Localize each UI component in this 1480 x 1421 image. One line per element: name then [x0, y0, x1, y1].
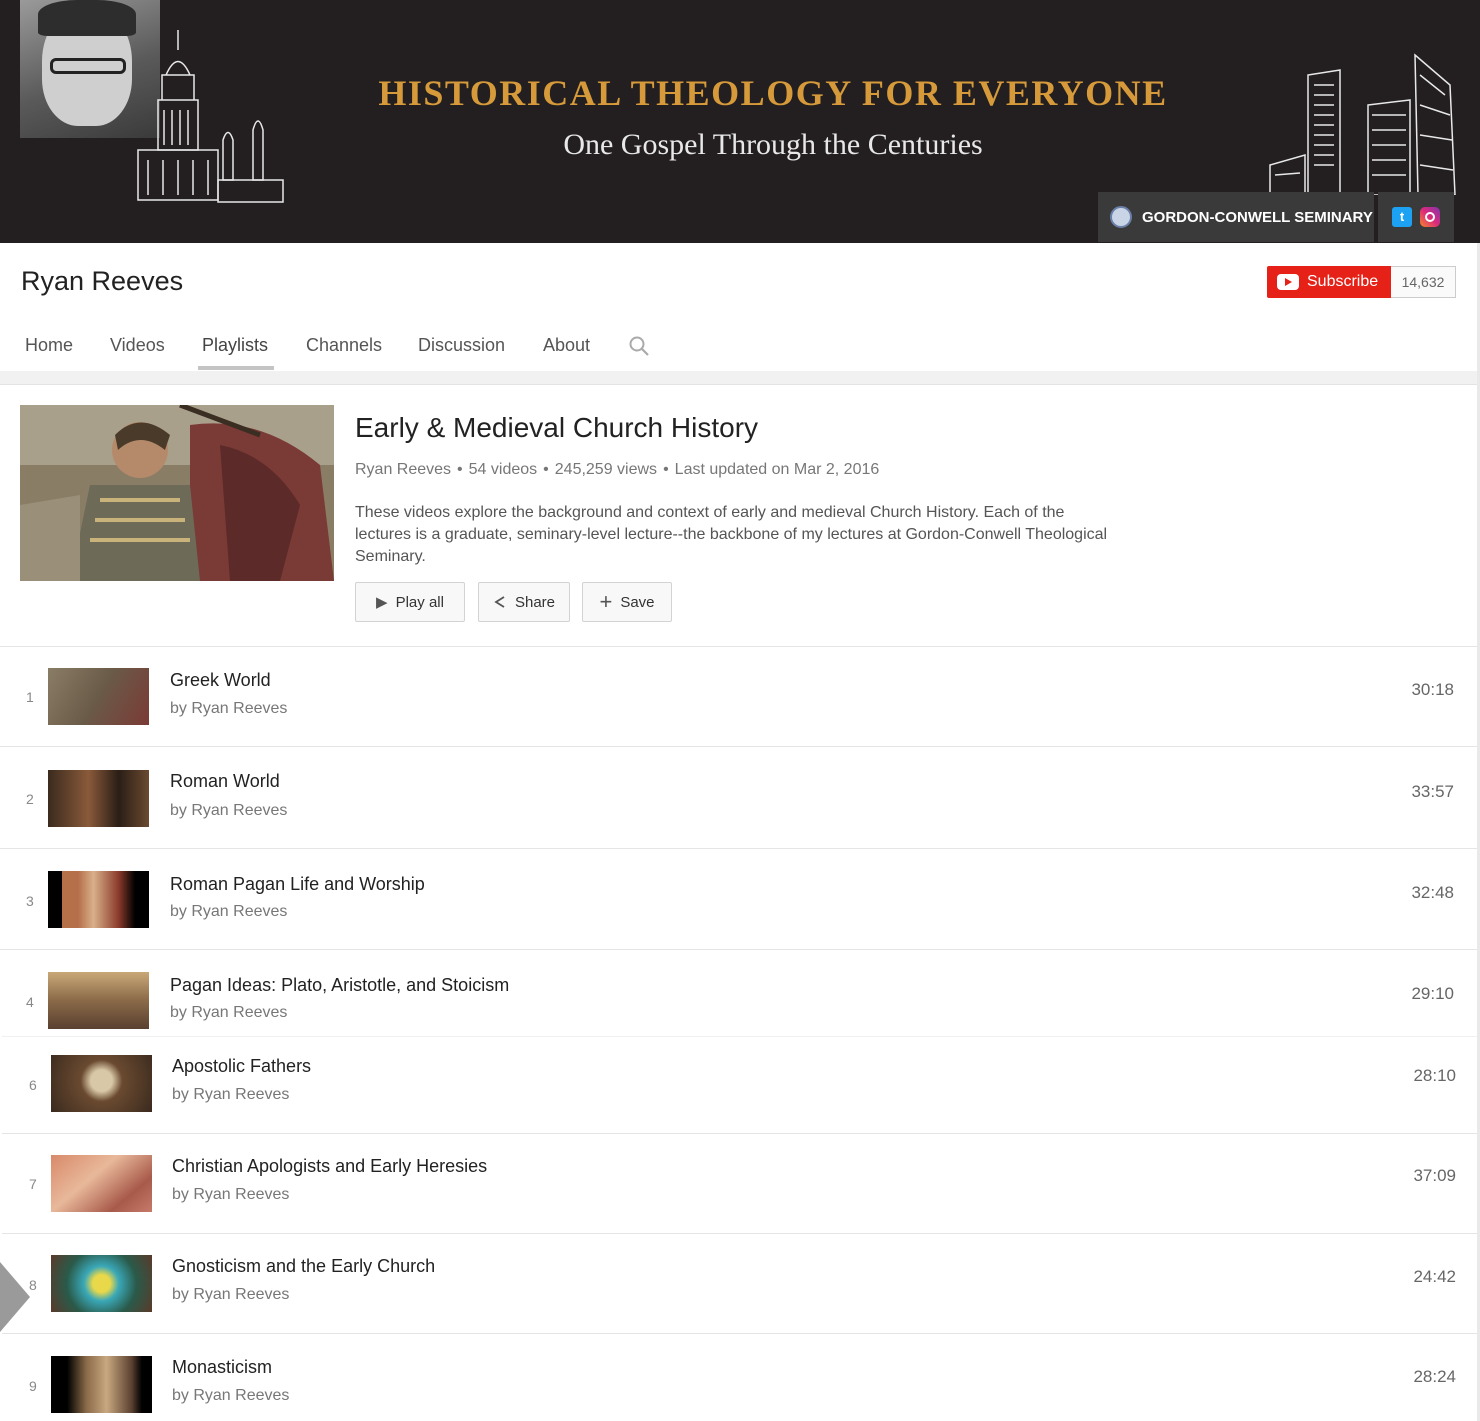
- banner-subtitle: One Gospel Through the Centuries: [563, 128, 983, 161]
- playlist-thumbnail[interactable]: [20, 405, 334, 581]
- video-title[interactable]: Gnosticism and the Early Church: [172, 1256, 435, 1277]
- seminary-link-label: GORDON-CONWELL SEMINARY: [1142, 208, 1373, 226]
- twitter-icon[interactable]: t: [1392, 207, 1412, 227]
- playlist-row[interactable]: 3 Roman Pagan Life and Worship by Ryan R…: [0, 848, 1478, 949]
- side-arrow-marker: [0, 1262, 30, 1332]
- video-title[interactable]: Apostolic Fathers: [172, 1056, 311, 1077]
- city-skyline-illustration: [1269, 53, 1456, 195]
- video-thumbnail[interactable]: [51, 1155, 152, 1212]
- search-icon[interactable]: [628, 335, 650, 357]
- playlist-row[interactable]: 7 Christian Apologists and Early Heresie…: [2, 1133, 1480, 1233]
- playlist-video-count: 54 videos: [468, 461, 538, 478]
- section-divider: [0, 371, 1480, 385]
- video-thumbnail[interactable]: [48, 972, 149, 1029]
- video-title[interactable]: Roman World: [170, 771, 280, 792]
- row-index: 7: [29, 1176, 37, 1192]
- play-all-button[interactable]: ▶ Play all: [355, 582, 465, 622]
- video-byline[interactable]: by Ryan Reeves: [170, 1004, 287, 1022]
- video-title[interactable]: Christian Apologists and Early Heresies: [172, 1156, 487, 1177]
- share-label: Share: [514, 593, 556, 611]
- save-button[interactable]: + Save: [582, 582, 672, 622]
- video-byline[interactable]: by Ryan Reeves: [170, 802, 287, 820]
- play-all-label: Play all: [395, 593, 444, 611]
- video-title[interactable]: Roman Pagan Life and Worship: [170, 874, 425, 895]
- video-thumbnail[interactable]: [48, 871, 149, 928]
- share-icon: [494, 596, 505, 608]
- channel-name[interactable]: Ryan Reeves: [21, 266, 183, 297]
- video-thumbnail[interactable]: [51, 1055, 152, 1112]
- seminary-link[interactable]: GORDON-CONWELL SEMINARY: [1098, 192, 1374, 242]
- banner-title: HISTORICAL THEOLOGY FOR EVERYONE: [378, 73, 1168, 113]
- video-thumbnail[interactable]: [48, 770, 149, 827]
- row-index: 4: [26, 994, 34, 1010]
- video-duration: 28:10: [1413, 1066, 1456, 1085]
- playlist-row[interactable]: 8 Gnosticism and the Early Church by Rya…: [2, 1233, 1480, 1333]
- playlist-row[interactable]: 4 Pagan Ideas: Plato, Aristotle, and Sto…: [0, 949, 1478, 1036]
- playlist-author[interactable]: Ryan Reeves: [355, 461, 451, 478]
- video-thumbnail[interactable]: [48, 668, 149, 725]
- video-duration: 29:10: [1411, 984, 1454, 1003]
- tab-playlists[interactable]: Playlists: [202, 335, 268, 356]
- mosaic-artwork: [20, 405, 334, 581]
- video-thumbnail[interactable]: [51, 1255, 152, 1312]
- video-duration: 24:42: [1413, 1267, 1456, 1286]
- video-byline[interactable]: by Ryan Reeves: [172, 1286, 289, 1304]
- video-title[interactable]: Monasticism: [172, 1357, 272, 1378]
- video-duration: 28:24: [1413, 1367, 1456, 1386]
- play-icon: ▶: [376, 594, 388, 611]
- seminary-seal-icon: [1110, 206, 1132, 228]
- video-byline[interactable]: by Ryan Reeves: [172, 1186, 289, 1204]
- row-index: 3: [26, 893, 34, 909]
- instagram-icon[interactable]: [1420, 207, 1440, 227]
- avatar-hair: [38, 0, 136, 36]
- active-tab-indicator: [198, 366, 274, 370]
- tab-about[interactable]: About: [543, 335, 590, 356]
- video-duration: 37:09: [1413, 1166, 1456, 1185]
- playlist-updated: Last updated on Mar 2, 2016: [674, 461, 880, 478]
- playlist-meta: Ryan Reeves • 54 videos • 245,259 views • Last…: [355, 461, 880, 478]
- save-label: Save: [620, 593, 655, 611]
- playlist-row[interactable]: 9 Monasticism by Ryan Reeves 28:24: [2, 1333, 1480, 1421]
- plus-icon: +: [599, 589, 613, 614]
- dome-skyline-illustration: [137, 30, 284, 203]
- video-duration: 32:48: [1411, 883, 1454, 902]
- playlist-description: These videos explore the background and …: [355, 504, 1108, 565]
- playlist-row[interactable]: 2 Roman World by Ryan Reeves 33:57: [0, 746, 1478, 848]
- channel-tabs: Home Videos Playlists Channels Discussio…: [0, 325, 1480, 371]
- row-index: 2: [26, 791, 34, 807]
- row-index: 8: [29, 1277, 37, 1293]
- subscriber-count: 14,632: [1391, 266, 1456, 298]
- subscribe-button[interactable]: Subscribe: [1267, 266, 1391, 298]
- playlist-title: Early & Medieval Church History: [355, 412, 759, 443]
- playlist-row[interactable]: 6 Apostolic Fathers by Ryan Reeves 28:10: [2, 1036, 1480, 1133]
- playlist-row[interactable]: 1 Greek World by Ryan Reeves 30:18: [0, 646, 1478, 746]
- youtube-logo-icon: [1277, 274, 1299, 290]
- playlist-views: 245,259 views: [554, 461, 658, 478]
- row-index: 1: [26, 689, 34, 705]
- tab-channels[interactable]: Channels: [306, 335, 382, 356]
- share-button[interactable]: Share: [478, 582, 570, 622]
- row-index: 9: [29, 1378, 37, 1394]
- video-byline[interactable]: by Ryan Reeves: [170, 903, 287, 921]
- channel-banner: HISTORICAL THEOLOGY FOR EVERYONE One Gos…: [0, 0, 1480, 243]
- subscribe-label: Subscribe: [1307, 273, 1379, 290]
- tab-discussion[interactable]: Discussion: [418, 335, 505, 356]
- video-title[interactable]: Greek World: [170, 670, 271, 691]
- video-byline[interactable]: by Ryan Reeves: [172, 1387, 289, 1405]
- row-index: 6: [29, 1077, 37, 1093]
- video-title[interactable]: Pagan Ideas: Plato, Aristotle, and Stoic…: [170, 975, 509, 996]
- video-thumbnail[interactable]: [51, 1356, 152, 1413]
- tab-home[interactable]: Home: [25, 335, 73, 356]
- video-byline[interactable]: by Ryan Reeves: [172, 1086, 289, 1104]
- video-duration: 33:57: [1411, 782, 1454, 801]
- video-duration: 30:18: [1411, 680, 1454, 699]
- social-links: t: [1378, 192, 1454, 242]
- tab-videos[interactable]: Videos: [110, 335, 165, 356]
- video-byline[interactable]: by Ryan Reeves: [170, 700, 287, 718]
